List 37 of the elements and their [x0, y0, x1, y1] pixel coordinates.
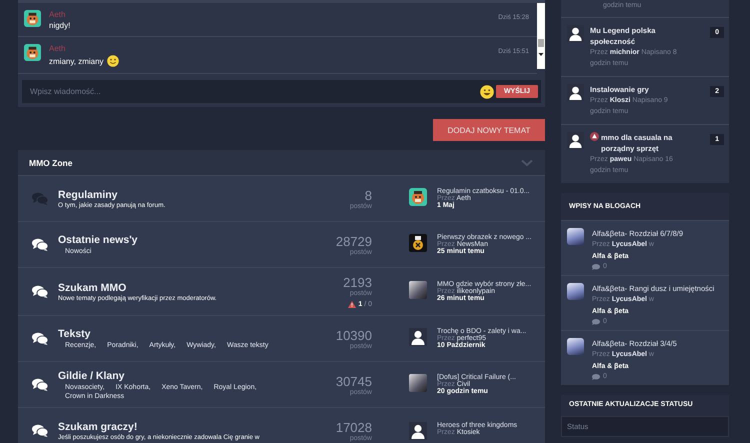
section-title: MMO Zone	[29, 158, 72, 168]
user-silhouette-icon	[567, 132, 584, 149]
comment-icon	[592, 318, 600, 324]
smiley-icon	[480, 84, 494, 98]
avatar-photo	[567, 228, 584, 245]
avatar-photo	[409, 374, 427, 392]
message-text: nigdy!	[49, 21, 70, 30]
user-silhouette-icon	[567, 84, 584, 101]
badge-avatar-icon	[409, 234, 427, 252]
post-count: 2193	[343, 275, 372, 290]
new-topic-button[interactable]: DODAJ NOWY TEMAT	[433, 119, 545, 141]
avatar-photo	[409, 281, 427, 299]
forum-title[interactable]: Szukam MMO	[58, 282, 314, 294]
warning-icon	[348, 301, 356, 308]
post-count: 8	[364, 188, 372, 202]
user-silhouette-icon	[409, 328, 427, 346]
forum-title[interactable]: Regulaminy	[58, 188, 314, 200]
post-count: 30745	[336, 374, 372, 388]
fox-avatar-icon	[24, 44, 41, 61]
forum-title[interactable]: Szukam graczy!	[58, 420, 314, 432]
emoji-button[interactable]	[480, 84, 494, 98]
fox-avatar-icon	[409, 188, 427, 206]
post-count: 17028	[336, 420, 372, 434]
forum-title[interactable]: Gildie / Klany	[58, 370, 314, 382]
fox-avatar-icon	[24, 10, 41, 27]
user-silhouette-icon	[409, 422, 427, 440]
comment-icon	[592, 264, 600, 270]
forum-title[interactable]: Teksty	[58, 328, 314, 340]
forum-title[interactable]: Ostatnie news'y	[58, 234, 314, 246]
avatar-photo	[567, 338, 584, 355]
message-text: zmiany, zmiany	[49, 56, 104, 66]
scrollbar	[537, 3, 545, 69]
avatar-photo	[567, 283, 584, 300]
user-silhouette-icon	[567, 25, 584, 42]
post-count: 10390	[336, 328, 372, 342]
post-count: 28729	[336, 234, 372, 248]
comment-icon	[592, 374, 600, 380]
